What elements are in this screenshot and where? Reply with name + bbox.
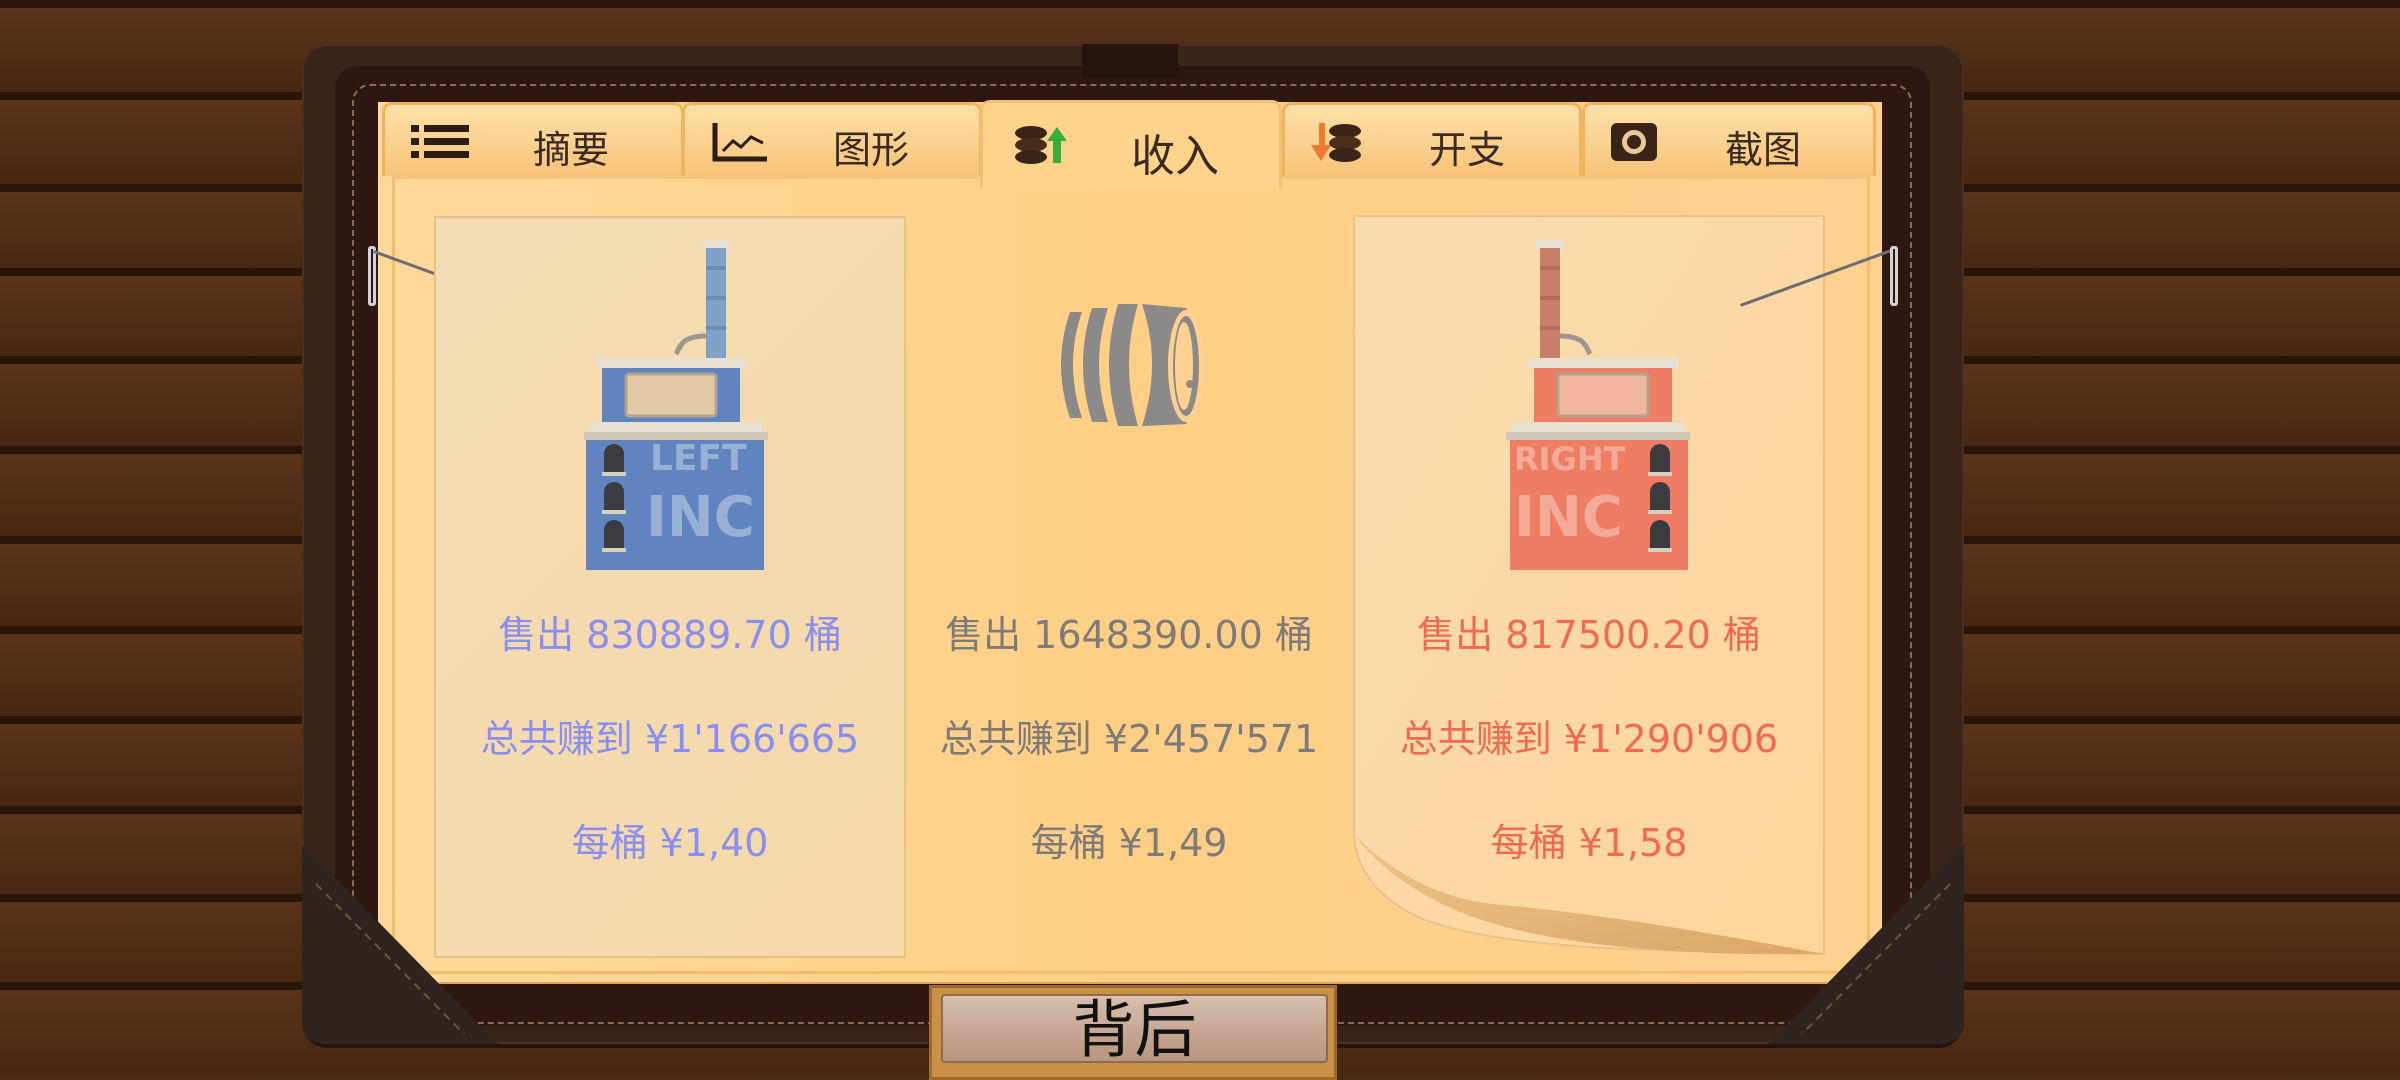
tab-expense[interactable]: 开支 (1282, 102, 1582, 176)
tab-income[interactable]: 收入 (980, 100, 1282, 188)
barrel-icon (1061, 304, 1204, 426)
tab-screenshot-label: 截图 (1725, 128, 1802, 172)
svg-text:LEFT: LEFT (650, 438, 747, 479)
line-chart-icon (712, 123, 767, 162)
left-inc-factory: LEFT INC (584, 240, 768, 570)
coins-expense-icon (1311, 123, 1361, 162)
left-per-barrel: 每桶 ¥1,40 (571, 821, 769, 865)
wire-hook-right (1890, 246, 1898, 306)
tab-graph-label: 图形 (833, 128, 910, 172)
total-earned: 总共赚到 ¥2'457'571 (939, 717, 1319, 761)
total-sold: 售出 1648390.00 桶 (945, 613, 1313, 657)
right-per-barrel: 每桶 ¥1,58 (1490, 821, 1688, 865)
svg-text:INC: INC (646, 485, 755, 550)
camera-icon (1611, 123, 1657, 161)
list-icon (411, 125, 469, 158)
right-inc-factory: RIGHT INC (1506, 240, 1690, 570)
folder-clip (1082, 44, 1178, 78)
tab-income-label: 收入 (1131, 131, 1219, 182)
left-sold: 售出 830889.70 桶 (498, 613, 842, 657)
svg-text:INC: INC (1514, 485, 1623, 550)
tab-expense-label: 开支 (1429, 128, 1506, 172)
tab-screenshot[interactable]: 截图 (1582, 102, 1876, 176)
back-button[interactable]: 背后 (941, 994, 1328, 1064)
tab-graph[interactable]: 图形 (682, 102, 982, 176)
svg-text:RIGHT: RIGHT (1514, 440, 1626, 478)
left-earned: 总共赚到 ¥1'166'665 (480, 717, 860, 761)
corner-bottom-right (1768, 844, 1964, 1044)
tab-summary[interactable]: 摘要 (382, 102, 684, 176)
coins-income-icon (1015, 126, 1067, 164)
corner-bottom-left (302, 844, 498, 1044)
wire-hook-left (368, 246, 376, 306)
right-sold: 售出 817500.20 桶 (1417, 613, 1761, 657)
tab-summary-label: 摘要 (533, 128, 610, 172)
total-per-barrel: 每桶 ¥1,49 (1030, 821, 1228, 865)
right-earned: 总共赚到 ¥1'290'906 (1399, 717, 1779, 761)
